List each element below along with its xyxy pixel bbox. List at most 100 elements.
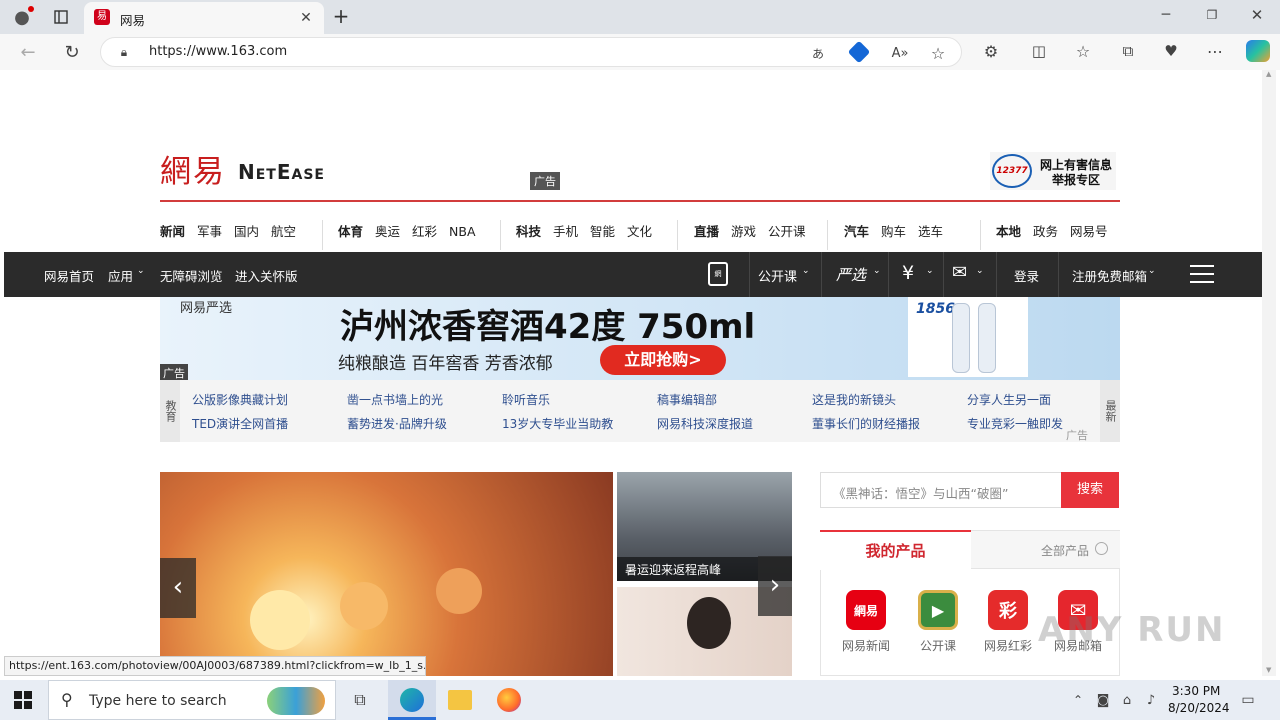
nav-link[interactable]: 公开课 — [768, 221, 806, 240]
network-icon[interactable]: ⌂ — [1118, 690, 1136, 710]
product-item[interactable]: 網易 网易新闻 — [832, 590, 904, 660]
search-input[interactable]: 《黑神话：悟空》与山西“破圈” — [820, 472, 1062, 508]
nav-link[interactable]: 游戏 — [731, 221, 756, 240]
nav-link[interactable]: 汽车 — [844, 221, 869, 240]
banner-ad[interactable]: 网易严选 泸州浓香窖酒42度 750ml 纯粮酿造 百年窖香 芳香浓郁 立即抢购… — [160, 297, 1120, 382]
scroll-up-icon[interactable]: ▲ — [1266, 70, 1272, 78]
clock-time[interactable]: 3:30 PM — [1172, 684, 1220, 698]
nav-link[interactable]: 新闻 — [160, 221, 185, 240]
notifications-icon[interactable]: ▭ — [1238, 690, 1258, 710]
url-text[interactable]: https://www.163.com — [149, 44, 287, 59]
hamburger-menu-icon[interactable] — [1190, 265, 1214, 283]
nav-link[interactable]: 科技 — [516, 221, 541, 240]
file-explorer-icon[interactable] — [448, 690, 472, 710]
firefox-icon[interactable] — [497, 688, 521, 712]
back-icon[interactable]: ← — [16, 40, 40, 64]
carousel-prev-icon[interactable]: ‹ — [160, 558, 196, 618]
nav-link[interactable]: 航空 — [271, 221, 296, 240]
lock-icon[interactable]: 🔒︎ — [115, 43, 133, 61]
banner-cta-button[interactable]: 立即抢购> — [600, 345, 726, 375]
nav-link[interactable]: 体育 — [338, 221, 363, 240]
tab-my-products[interactable]: 我的产品 — [820, 530, 971, 570]
nav-link[interactable]: 军事 — [197, 221, 222, 240]
nav-link[interactable]: 国内 — [234, 221, 259, 240]
edu-link[interactable]: 聆听音乐 — [502, 391, 550, 408]
nav-accessibility-link[interactable]: 无障碍浏览 — [160, 266, 223, 285]
carousel-next-icon[interactable]: › — [758, 556, 792, 616]
nav-link[interactable]: 网易号 — [1070, 221, 1108, 240]
nav-link[interactable]: 文化 — [627, 221, 652, 240]
login-link[interactable]: 登录 — [1014, 266, 1039, 285]
clock-date[interactable]: 8/20/2024 — [1168, 701, 1230, 715]
nav-link[interactable]: 手机 — [553, 221, 578, 240]
edu-link[interactable]: 公版影像典藏计划 — [192, 391, 288, 408]
nav-link[interactable]: 政务 — [1033, 221, 1058, 240]
taskbar-search-box[interactable]: ⚲ Type here to search — [48, 680, 336, 720]
edu-link[interactable]: 这是我的新镜头 — [812, 391, 896, 408]
taskbar-edge[interactable] — [388, 680, 436, 720]
nav-link[interactable]: 选车 — [918, 221, 943, 240]
edu-link[interactable]: 蓄势进发·品牌升级 — [347, 415, 447, 432]
nav-care-link[interactable]: 进入关怀版 — [235, 266, 298, 285]
edu-link[interactable]: 稿事编辑部 — [657, 391, 717, 408]
restore-icon[interactable]: ❐ — [1202, 5, 1222, 25]
carousel-caption[interactable]: 暑运迎来返程高峰 — [625, 561, 721, 578]
tray-app-icon[interactable]: ◙ — [1094, 690, 1112, 710]
nav-link[interactable]: 本地 — [996, 221, 1021, 240]
nav-link[interactable]: 购车 — [881, 221, 906, 240]
copilot-icon[interactable] — [1246, 40, 1270, 62]
yuan-icon[interactable]: ¥ — [902, 262, 914, 284]
translate-icon[interactable]: あ — [807, 42, 829, 64]
more-options-icon[interactable]: ⋯ — [1204, 40, 1226, 62]
mail-icon[interactable]: ✉ — [952, 262, 967, 283]
nav-link[interactable]: 奥运 — [375, 221, 400, 240]
product-item[interactable]: ▶ 公开课 — [904, 590, 976, 660]
show-hidden-icons-icon[interactable]: ⌃ — [1070, 690, 1086, 710]
edu-link[interactable]: 凿一点书墙上的光 — [347, 391, 443, 408]
nav-home-link[interactable]: 网易首页 — [44, 266, 94, 285]
carousel-main-image[interactable]: ‹ — [160, 472, 613, 676]
edu-link[interactable]: 网易科技深度报道 — [657, 415, 753, 432]
edu-link[interactable]: 分享人生另一面 — [967, 391, 1051, 408]
windows-start-icon[interactable] — [14, 691, 32, 709]
nav-link[interactable]: 红彩 — [412, 221, 437, 240]
split-screen-icon[interactable]: ◫ — [1028, 40, 1050, 62]
vertical-scrollbar[interactable]: ▲ ▼ — [1262, 70, 1276, 676]
collections-icon[interactable]: ⧉ — [1117, 40, 1139, 62]
task-view-icon[interactable]: ⧉ — [348, 688, 372, 712]
nav-open-course-menu[interactable]: 公开课 — [758, 266, 797, 285]
favorites-icon[interactable]: ☆ — [1072, 40, 1094, 62]
tab-actions-icon[interactable] — [50, 6, 72, 28]
address-bar[interactable]: 🔒︎ https://www.163.com あ A» ☆ — [100, 37, 962, 67]
refresh-icon[interactable]: ↻ — [60, 40, 84, 64]
register-mail-link[interactable]: 注册免费邮箱 — [1072, 266, 1147, 285]
close-tab-icon[interactable]: ✕ — [296, 8, 316, 28]
report-zone[interactable]: 12377 网上有害信息 举报专区 — [990, 152, 1116, 190]
mobile-app-icon[interactable]: 網 — [708, 262, 728, 286]
edu-link[interactable]: 13岁大专毕业当助教 — [502, 415, 613, 432]
nav-link[interactable]: 智能 — [590, 221, 615, 240]
nav-apps-menu[interactable]: 应用 — [108, 266, 133, 285]
netease-logo-cn[interactable]: 網易 — [160, 146, 240, 190]
tab-all-products[interactable]: 全部产品 — [971, 531, 1120, 569]
scroll-down-icon[interactable]: ▼ — [1266, 666, 1272, 674]
report-line2: 举报专区 — [1052, 173, 1101, 187]
shopping-icon[interactable] — [847, 40, 871, 64]
nav-link[interactable]: 直播 — [694, 221, 719, 240]
nav-link[interactable]: NBA — [449, 224, 475, 239]
new-tab-icon[interactable]: + — [330, 4, 352, 28]
volume-icon[interactable]: ♪ — [1142, 690, 1160, 710]
close-window-icon[interactable]: ✕ — [1247, 5, 1267, 25]
search-button[interactable]: 搜索 — [1061, 472, 1119, 508]
active-tab[interactable]: 易 网易 ✕ — [84, 2, 324, 34]
netease-logo-en[interactable]: NetEase — [238, 160, 325, 184]
favorite-star-icon[interactable]: ☆ — [927, 42, 949, 64]
extensions-icon[interactable]: ⚙ — [980, 40, 1002, 62]
edu-link[interactable]: TED演讲全网首播 — [192, 415, 288, 432]
performance-icon[interactable]: ♥ — [1160, 40, 1182, 62]
edu-link[interactable]: 专业竞彩一触即发 — [967, 415, 1063, 432]
minimize-icon[interactable]: ─ — [1156, 5, 1176, 25]
nav-yanxuan-menu[interactable]: 严选 — [836, 264, 866, 285]
read-aloud-icon[interactable]: A» — [889, 42, 911, 64]
edu-link[interactable]: 董事长们的财经播报 — [812, 415, 920, 432]
